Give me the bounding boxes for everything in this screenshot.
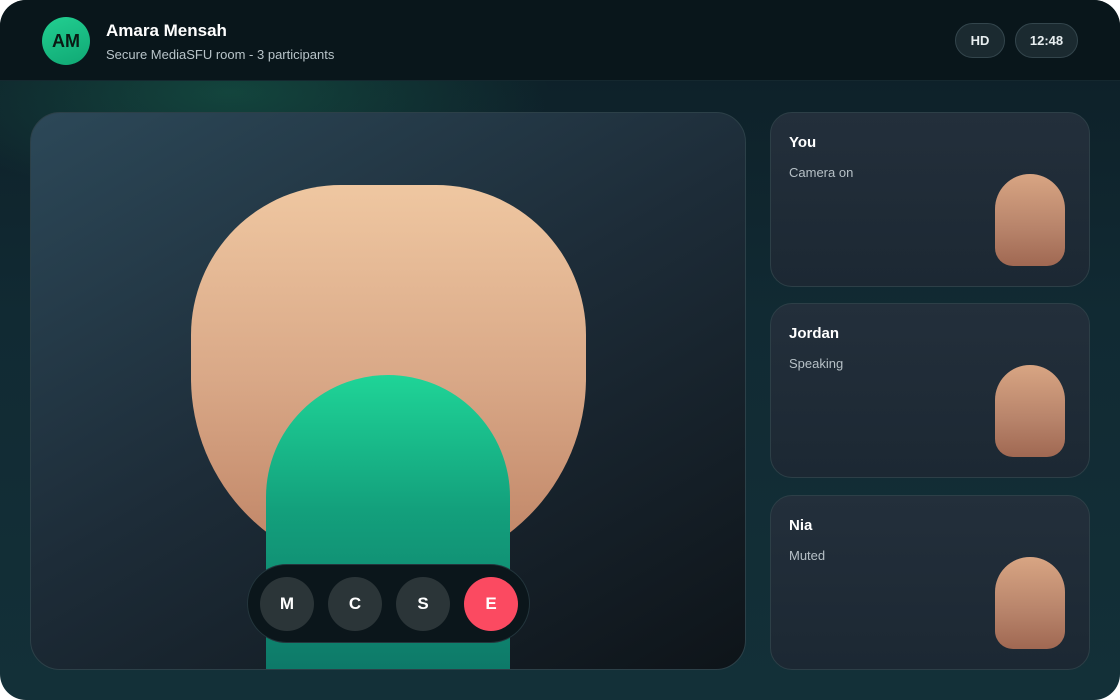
call-timer: 12:48	[1015, 23, 1078, 58]
participant-video-thumbnail	[995, 174, 1065, 266]
participant-video-thumbnail	[995, 365, 1065, 457]
call-controls-bar: M C S E	[247, 564, 530, 643]
host-name: Amara Mensah	[106, 21, 227, 40]
host-avatar: AM	[42, 17, 90, 65]
participant-tile-you[interactable]: You Camera on	[770, 112, 1090, 287]
video-call-window: AM Amara Mensah Secure MediaSFU room - 3…	[0, 0, 1120, 700]
participant-status: Muted	[789, 548, 826, 563]
participant-tile-nia[interactable]: Nia Muted	[770, 495, 1090, 670]
participant-status: Camera on	[789, 165, 854, 180]
screen-share-button[interactable]: S	[396, 577, 450, 631]
participant-name: Jordan	[789, 325, 840, 342]
room-subtitle: Secure MediaSFU room - 3 participants	[106, 47, 335, 62]
main-video-stage[interactable]: M C S E	[30, 112, 746, 670]
quality-badge[interactable]: HD	[955, 23, 1005, 58]
camera-toggle-button[interactable]: C	[328, 577, 382, 631]
end-call-button[interactable]: E	[464, 577, 518, 631]
participant-video-thumbnail	[995, 557, 1065, 649]
call-header: AM Amara Mensah Secure MediaSFU room - 3…	[0, 0, 1120, 81]
participant-name: You	[789, 134, 817, 151]
participant-tile-jordan[interactable]: Jordan Speaking	[770, 303, 1090, 478]
participant-name: Nia	[789, 517, 813, 534]
participant-status: Speaking	[789, 356, 844, 371]
mic-toggle-button[interactable]: M	[260, 577, 314, 631]
